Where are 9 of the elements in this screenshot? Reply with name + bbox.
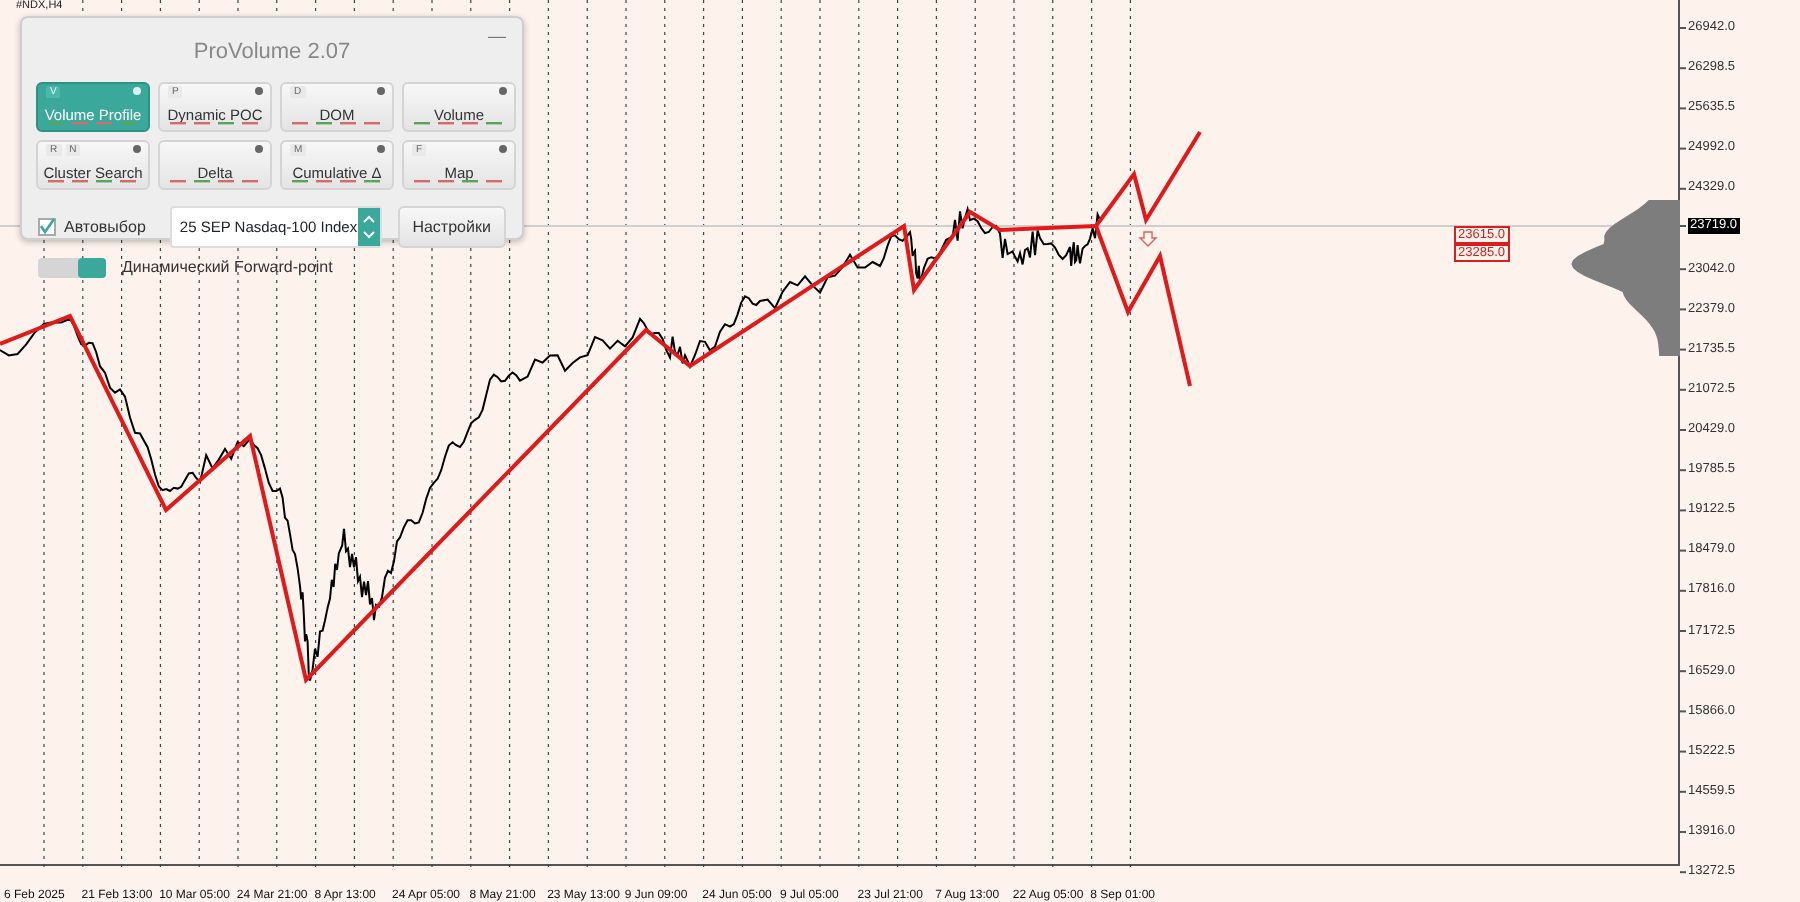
panel-title: ProVolume 2.07 (193, 40, 351, 64)
spinner-icon (357, 208, 380, 246)
minimize-button[interactable]: — (488, 24, 506, 51)
checkbox[interactable] (38, 218, 56, 236)
settings-button[interactable]: Настройки (397, 206, 506, 248)
checkbox-label: Автовыбор (64, 215, 146, 239)
arrow-icon (1138, 231, 1158, 247)
toggle-label: Динамический Forward-point (122, 256, 333, 280)
toggle-switch[interactable] (38, 258, 106, 278)
